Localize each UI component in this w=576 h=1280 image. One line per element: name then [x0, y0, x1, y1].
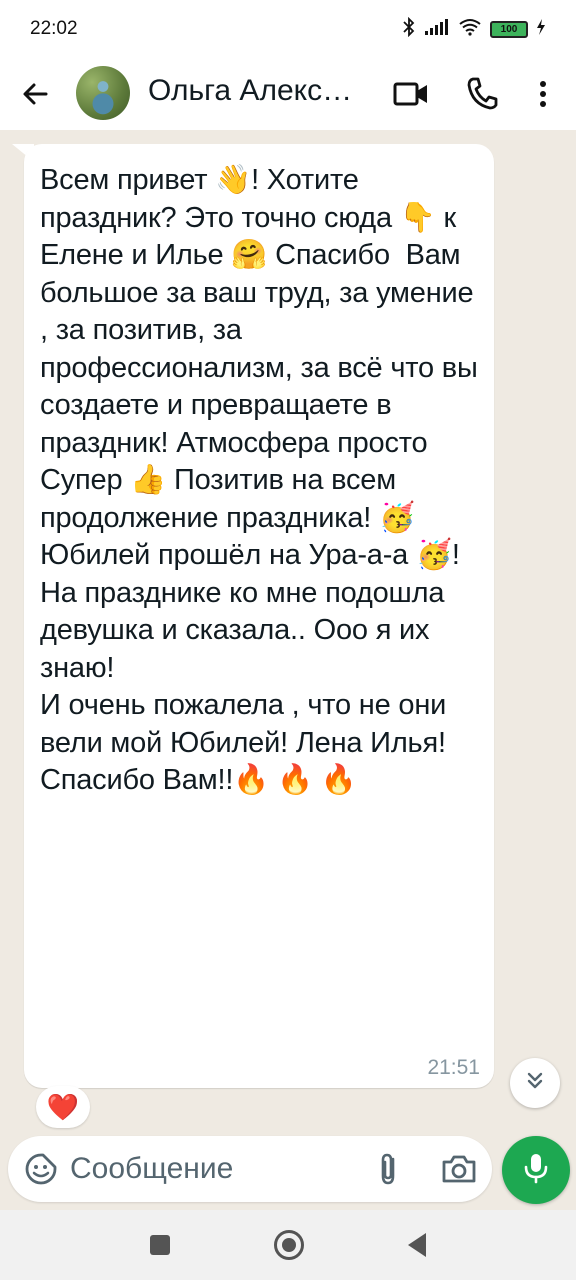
status-icons: 100 [402, 16, 546, 42]
message-composer [8, 1136, 492, 1202]
chat-header: Ольга Алекс… [0, 58, 576, 130]
heart-reaction[interactable]: ❤️ [36, 1086, 90, 1128]
signal-icon [424, 18, 450, 41]
contact-name[interactable]: Ольга Алекс… [148, 74, 370, 108]
wifi-icon [458, 18, 482, 41]
status-bar: 22:02 100 [0, 0, 576, 58]
charging-icon [536, 18, 546, 41]
home-icon[interactable] [274, 1230, 304, 1260]
status-time: 22:02 [30, 18, 78, 39]
recents-icon[interactable] [150, 1235, 170, 1255]
bluetooth-icon [402, 16, 416, 42]
video-call-icon[interactable] [392, 76, 432, 112]
message-input[interactable] [70, 1146, 360, 1192]
emoji-icon[interactable] [24, 1152, 58, 1186]
message-text: Всем привет 👋! Хотите праздник? Это точн… [40, 164, 478, 796]
system-back-icon[interactable] [408, 1233, 426, 1257]
camera-icon[interactable] [440, 1152, 478, 1186]
paperclip-icon[interactable] [374, 1151, 404, 1187]
scroll-down-button[interactable] [510, 1058, 560, 1108]
system-nav-bar [0, 1210, 576, 1280]
back-icon[interactable] [18, 76, 54, 112]
microphone-icon [522, 1152, 550, 1189]
avatar[interactable] [76, 66, 130, 120]
double-chevron-down-icon [524, 1070, 546, 1097]
message-time: 21:51 [427, 1056, 480, 1079]
message-bubble[interactable]: Всем привет 👋! Хотите праздник? Это точн… [24, 144, 494, 1088]
microphone-button[interactable] [502, 1136, 570, 1204]
more-options-icon[interactable] [528, 74, 558, 114]
battery-icon: 100 [490, 20, 528, 38]
chat-area[interactable]: Всем привет 👋! Хотите праздник? Это точн… [0, 130, 576, 1210]
phone-icon[interactable] [464, 74, 500, 112]
